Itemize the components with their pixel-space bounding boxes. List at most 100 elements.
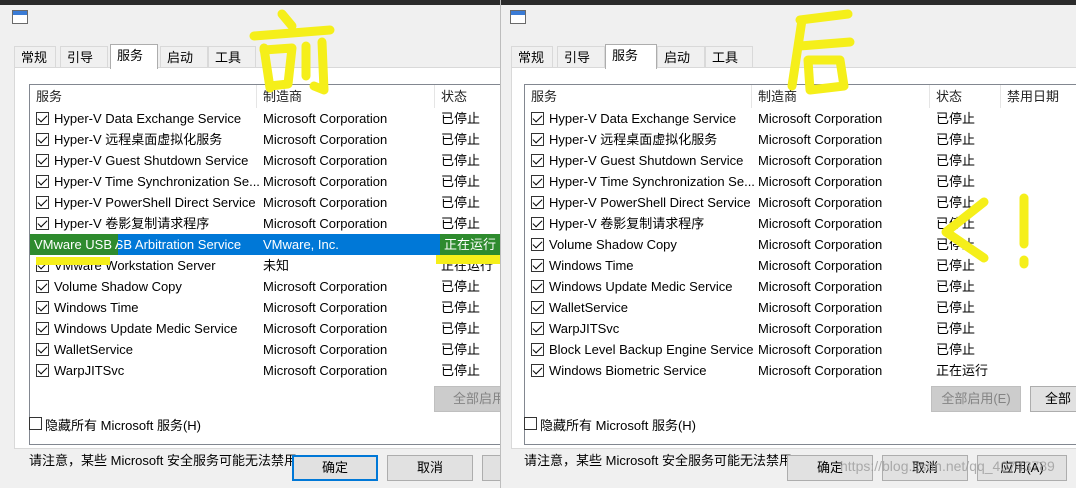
column-status[interactable]: 状态 xyxy=(930,85,1001,108)
service-checkbox[interactable] xyxy=(36,343,49,356)
service-checkbox[interactable] xyxy=(531,154,544,167)
column-service[interactable]: 服务 xyxy=(30,85,257,108)
service-row[interactable]: Hyper-V Guest Shutdown Service Microsoft … xyxy=(525,150,1076,171)
service-row[interactable]: Windows Biometric Service Microsoft Corpo… xyxy=(525,360,1076,381)
tab-tools[interactable]: 工具 xyxy=(705,46,753,68)
service-checkbox[interactable] xyxy=(531,196,544,209)
service-checkbox[interactable] xyxy=(531,175,544,188)
service-checkbox[interactable] xyxy=(36,280,49,293)
disable-all-button[interactable]: 全部 xyxy=(1030,386,1076,412)
service-checkbox[interactable] xyxy=(36,154,49,167)
tab-boot[interactable]: 引导 xyxy=(60,46,108,68)
tab-services[interactable]: 服务 xyxy=(605,44,657,69)
service-checkbox[interactable] xyxy=(36,364,49,377)
service-service-cell: Block Level Backup Engine Service xyxy=(549,342,754,357)
service-row[interactable]: Hyper-V 远程桌面虚拟化服务 Microsoft Corporation 已停… xyxy=(30,129,500,150)
service-row[interactable]: Volume Shadow Copy Microsoft Corporation 已… xyxy=(30,276,500,297)
service-row[interactable]: Hyper-V Time Synchronization Se... Micros… xyxy=(30,171,500,192)
service-checkbox[interactable] xyxy=(531,259,544,272)
service-row[interactable]: WarpJITSvc Microsoft Corporation 已停止 xyxy=(525,318,1076,339)
service-checkbox[interactable] xyxy=(531,112,544,125)
service-checkbox[interactable] xyxy=(531,322,544,335)
service-row[interactable]: Hyper-V PowerShell Direct Service Microso… xyxy=(30,192,500,213)
service-status-cell: 正在运行 xyxy=(936,363,989,378)
service-row[interactable]: Windows Update Medic Service Microsoft Co… xyxy=(30,318,500,339)
hide-ms-services-option[interactable]: 隐藏所有 Microsoft 服务(H) xyxy=(29,415,201,434)
tab-general[interactable]: 常规 xyxy=(14,46,56,68)
service-service-cell: WalletService xyxy=(549,300,628,315)
service-status-cell: 已停止 xyxy=(441,300,481,315)
service-service-cell: Hyper-V 远程桌面虚拟化服务 xyxy=(549,132,718,147)
service-checkbox[interactable] xyxy=(531,343,544,356)
highlighter-mark: VMware USB Arbitration Service xyxy=(30,234,118,255)
service-row[interactable]: Hyper-V Time Synchronization Se... Micros… xyxy=(525,171,1076,192)
service-service-cell: Hyper-V Time Synchronization Se... xyxy=(549,174,754,189)
service-service-cell: Hyper-V Guest Shutdown Service xyxy=(54,153,249,168)
msconfig-app-icon xyxy=(12,10,28,24)
service-maker-cell: Microsoft Corporation xyxy=(758,111,883,126)
service-service-cell: Windows Update Medic Service xyxy=(549,279,733,294)
service-checkbox[interactable] xyxy=(36,322,49,335)
service-checkbox[interactable] xyxy=(531,364,544,377)
service-checkbox[interactable] xyxy=(36,175,49,188)
service-checkbox[interactable] xyxy=(36,133,49,146)
highlighter-mark xyxy=(36,257,110,265)
services-list[interactable]: 服务 制造商 状态 Hyper-V Data Exchange Service M… xyxy=(29,84,500,445)
service-status-cell: 已停止 xyxy=(936,342,976,357)
hide-ms-services-option[interactable]: 隐藏所有 Microsoft 服务(H) xyxy=(524,415,696,434)
service-checkbox[interactable] xyxy=(531,280,544,293)
tab-startup[interactable]: 启动 xyxy=(160,46,208,68)
service-row[interactable]: Windows Time Microsoft Corporation 已停止 xyxy=(30,297,500,318)
service-checkbox[interactable] xyxy=(36,301,49,314)
tab-general[interactable]: 常规 xyxy=(511,46,553,68)
service-service-cell: Hyper-V 卷影复制请求程序 xyxy=(54,216,210,231)
service-checkbox[interactable] xyxy=(531,238,544,251)
service-row[interactable]: Hyper-V 卷影复制请求程序 Microsoft Corporation 已停止 xyxy=(30,213,500,234)
service-service-cell: WalletService xyxy=(54,342,133,357)
service-maker-cell: Microsoft Corporation xyxy=(263,216,388,231)
window-top-strip xyxy=(501,0,1076,5)
service-row[interactable]: Windows Update Medic Service Microsoft Co… xyxy=(525,276,1076,297)
service-service-cell: Hyper-V PowerShell Direct Service xyxy=(549,195,751,210)
column-status[interactable]: 状态 xyxy=(435,85,500,108)
ok-button[interactable]: 确定 xyxy=(292,455,378,481)
service-row[interactable]: Block Level Backup Engine Service Microso… xyxy=(525,339,1076,360)
service-checkbox[interactable] xyxy=(531,301,544,314)
service-maker-cell: Microsoft Corporation xyxy=(758,363,883,378)
service-row[interactable]: Hyper-V Data Exchange Service Microsoft C… xyxy=(525,108,1076,129)
service-maker-cell: Microsoft Corporation xyxy=(263,300,388,315)
column-service[interactable]: 服务 xyxy=(525,85,752,108)
service-row[interactable]: Hyper-V Data Exchange Service Microsoft C… xyxy=(30,108,500,129)
cancel-button[interactable]: 取消 xyxy=(387,455,473,481)
enable-all-button[interactable]: 全部启用(E) xyxy=(931,386,1021,412)
service-row[interactable]: WalletService Microsoft Corporation 已停止 xyxy=(30,339,500,360)
service-maker-cell: Microsoft Corporation xyxy=(758,279,883,294)
service-checkbox[interactable] xyxy=(531,217,544,230)
enable-all-button[interactable]: 全部启用 xyxy=(434,386,500,412)
service-maker-cell: Microsoft Corporation xyxy=(263,153,388,168)
service-checkbox[interactable] xyxy=(36,217,49,230)
service-service-cell: Hyper-V Data Exchange Service xyxy=(549,111,737,126)
tab-services[interactable]: 服务 xyxy=(110,44,158,69)
service-checkbox[interactable] xyxy=(36,112,49,125)
annotation-exclaim-mark xyxy=(941,193,1029,269)
service-row[interactable]: WalletService Microsoft Corporation 已停止 xyxy=(525,297,1076,318)
tab-startup[interactable]: 启动 xyxy=(657,46,705,68)
apply-button-partial[interactable] xyxy=(482,455,500,481)
hide-ms-services-checkbox[interactable] xyxy=(524,417,537,430)
service-maker-cell: Microsoft Corporation xyxy=(758,237,883,252)
service-status-cell: 已停止 xyxy=(441,363,481,378)
column-disable-date[interactable]: 禁用日期 xyxy=(1001,85,1076,108)
service-maker-cell: Microsoft Corporation xyxy=(263,342,388,357)
service-status-cell: 已停止 xyxy=(936,321,976,336)
hide-ms-services-checkbox[interactable] xyxy=(29,417,42,430)
service-checkbox[interactable] xyxy=(531,133,544,146)
service-row[interactable]: Hyper-V Guest Shutdown Service Microsoft … xyxy=(30,150,500,171)
service-row[interactable]: WarpJITSvc Microsoft Corporation 已停止 xyxy=(30,360,500,381)
service-maker-cell: Microsoft Corporation xyxy=(263,321,388,336)
service-row[interactable]: Hyper-V 远程桌面虚拟化服务 Microsoft Corporation 已停… xyxy=(525,129,1076,150)
tab-boot[interactable]: 引导 xyxy=(557,46,605,68)
service-maker-cell: 未知 xyxy=(263,258,290,273)
service-checkbox[interactable] xyxy=(36,196,49,209)
service-maker-cell: Microsoft Corporation xyxy=(758,258,883,273)
